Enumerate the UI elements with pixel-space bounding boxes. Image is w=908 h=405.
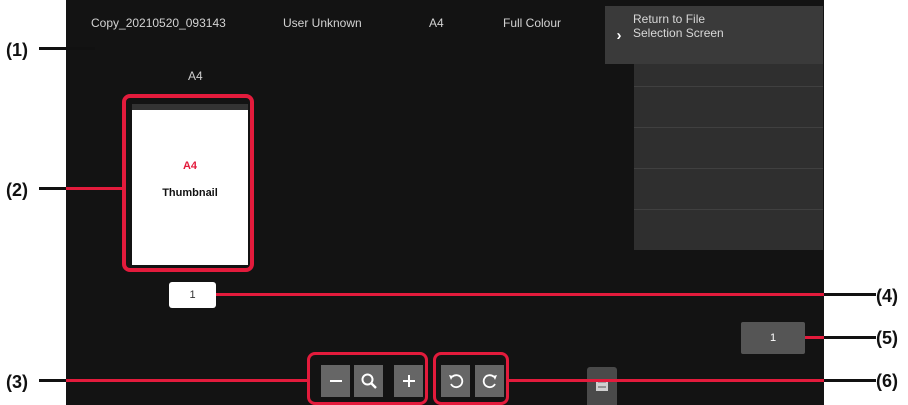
callout-3: (3) (6, 372, 28, 392)
callout-5-line (824, 336, 876, 339)
callout-4: (4) (876, 286, 898, 306)
preview-screen: Copy_20210520_093143 User Unknown A4 Ful… (66, 0, 824, 405)
return-to-file-selection-button[interactable]: › Return to File Selection Screen (605, 6, 823, 64)
zoom-out-button[interactable] (321, 365, 350, 397)
thumbnail-highlight (122, 94, 254, 272)
print-button[interactable] (587, 367, 617, 405)
callout-2-line-red (66, 187, 124, 190)
minus-icon (329, 380, 342, 382)
chevron-right-icon: › (616, 26, 622, 44)
return-button-label: Return to File Selection Screen (633, 12, 724, 40)
callout-6-line (824, 379, 876, 382)
user-name: User Unknown (283, 16, 362, 30)
callout-2: (2) (6, 180, 28, 200)
callout-1-line (39, 47, 95, 50)
paper-size-info: A4 (429, 16, 444, 30)
color-mode: Full Colour (503, 16, 562, 30)
plus-icon (402, 375, 415, 387)
rotate-right-button[interactable] (475, 365, 504, 397)
zoom-button[interactable] (354, 365, 383, 397)
callout-6-line-red (509, 379, 824, 382)
callout-5: (5) (876, 328, 898, 348)
rotate-left-button[interactable] (441, 365, 470, 397)
panel-divider (634, 127, 823, 128)
total-pages-button[interactable]: 1 (741, 322, 805, 354)
callout-3-line-red (66, 379, 307, 382)
callout-2-line (39, 187, 66, 190)
callout-1: (1) (6, 40, 28, 60)
rotate-left-icon (448, 374, 463, 389)
panel-divider (634, 209, 823, 210)
panel-divider (634, 168, 823, 169)
callout-5-line-red (805, 336, 824, 339)
annotated-screenshot: Copy_20210520_093143 User Unknown A4 Ful… (0, 0, 908, 405)
panel-divider (634, 86, 823, 87)
callout-4-line (824, 293, 876, 296)
file-name: Copy_20210520_093143 (91, 16, 226, 30)
rotate-right-icon (482, 374, 497, 389)
callout-3-line (39, 379, 66, 382)
callout-4-line-red (216, 293, 824, 296)
callout-6: (6) (876, 371, 898, 391)
page-number: 1 (169, 282, 216, 308)
magnifier-icon (361, 373, 377, 389)
zoom-in-button[interactable] (394, 365, 423, 397)
preview-paper-size: A4 (188, 69, 203, 83)
